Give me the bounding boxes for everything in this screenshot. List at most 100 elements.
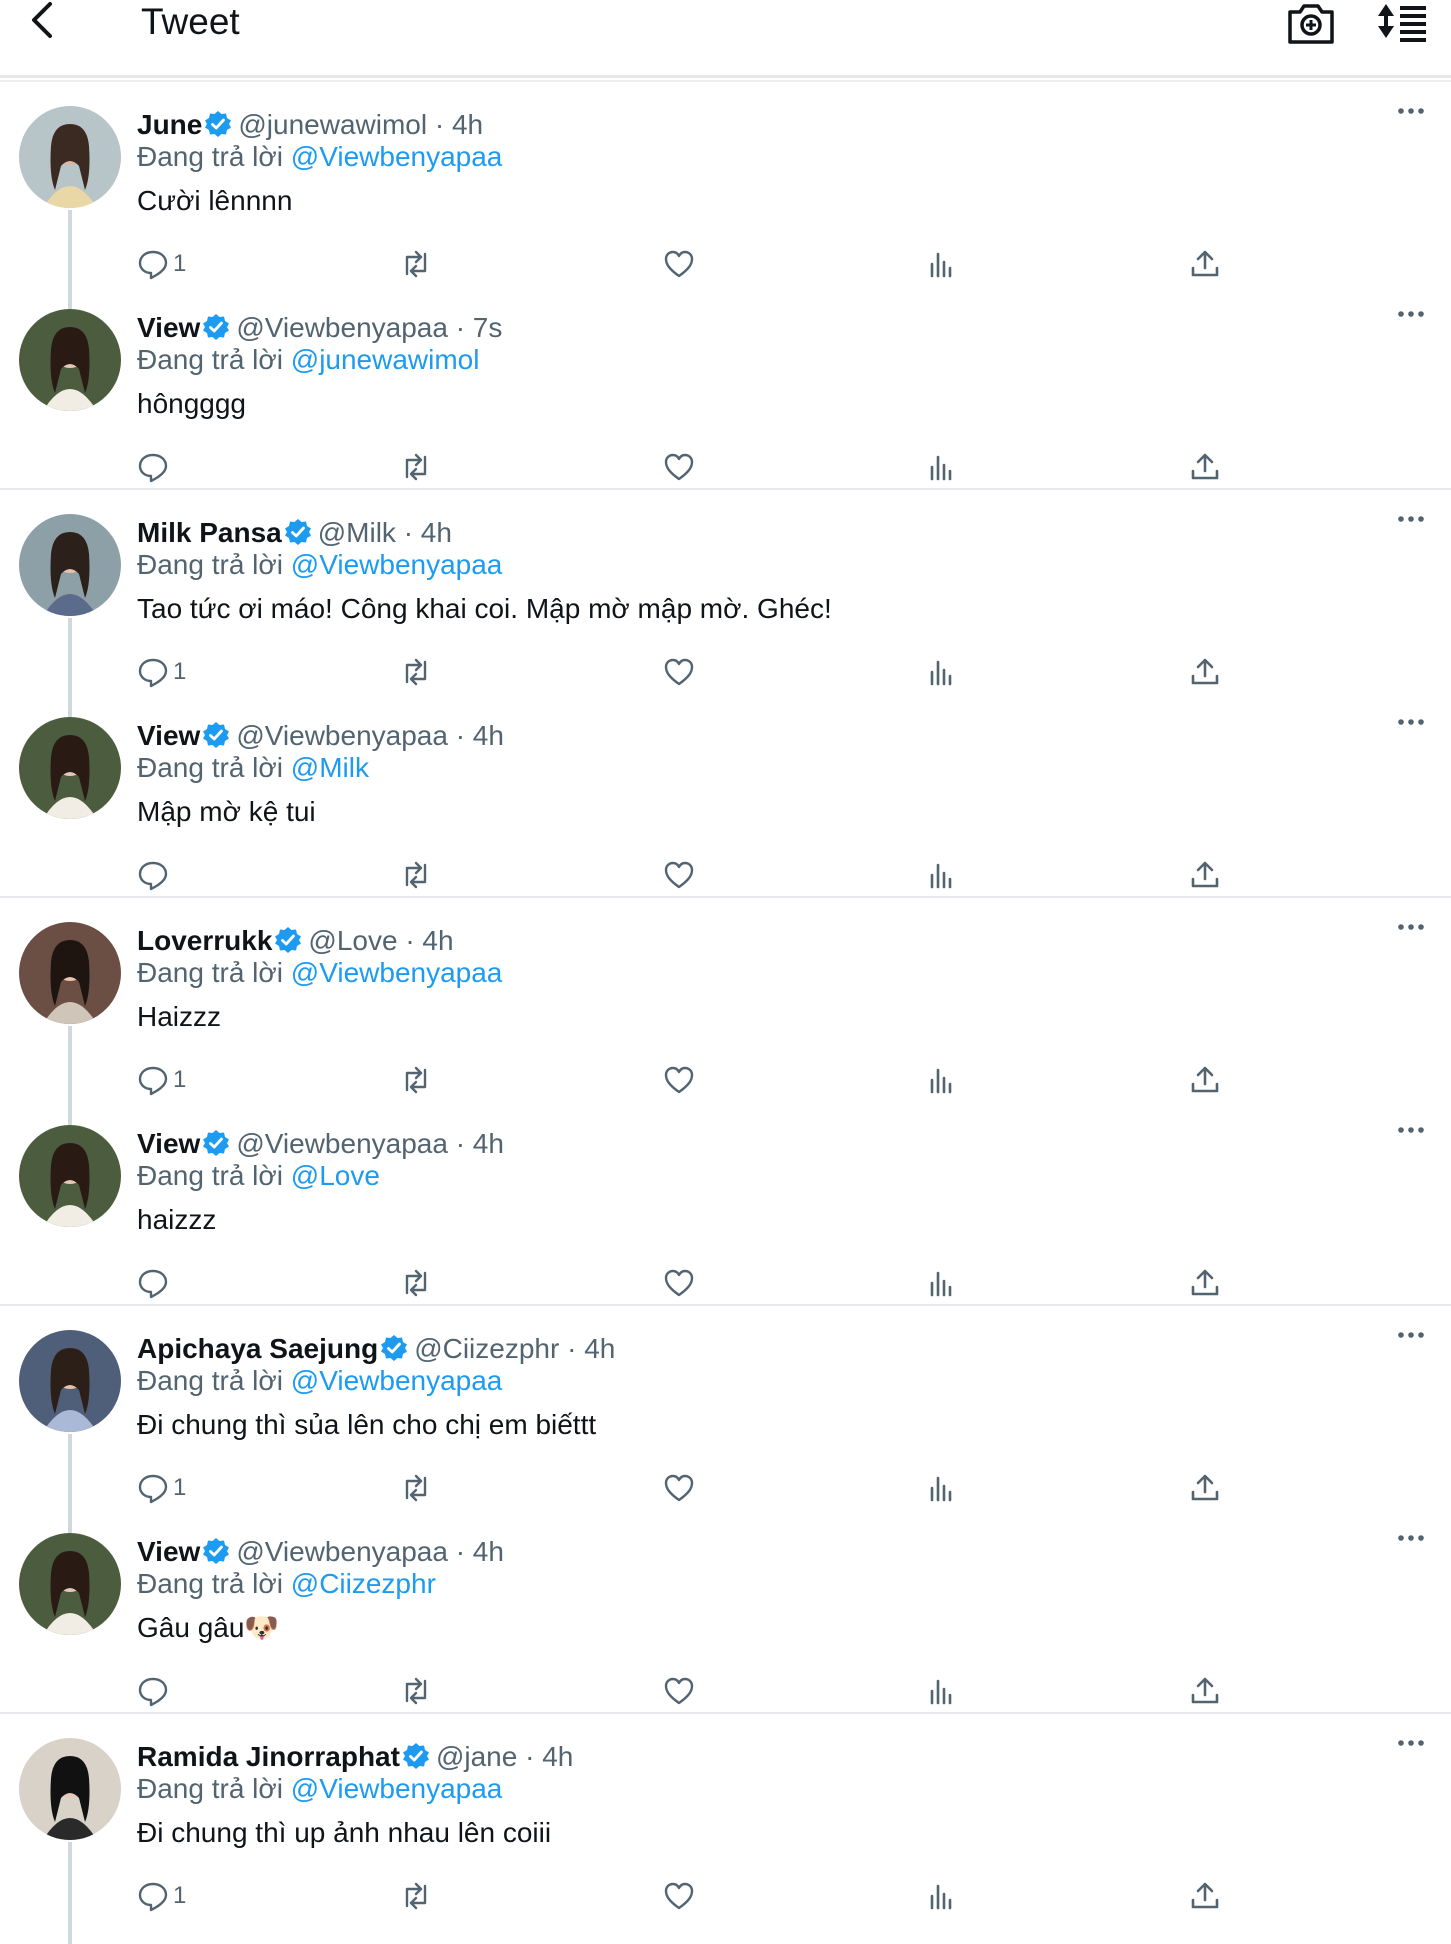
analytics-button[interactable]: [926, 857, 958, 893]
mention-link[interactable]: @Ciizezphr: [291, 1568, 436, 1599]
avatar[interactable]: [19, 922, 121, 1024]
back-button[interactable]: [30, 0, 86, 48]
display-name[interactable]: View: [137, 312, 200, 343]
share-button[interactable]: [1189, 857, 1221, 893]
display-name[interactable]: View: [137, 1128, 200, 1159]
tweet[interactable]: Milk Pansa @Milk · 4h Đang trả lời @Viewb…: [0, 490, 1451, 720]
share-button[interactable]: [1189, 246, 1221, 282]
tweet[interactable]: View @Viewbenyapaa · 4h Đang trả lời @Lov…: [0, 1101, 1451, 1304]
analytics-button[interactable]: [926, 1470, 958, 1506]
mention-link[interactable]: @Viewbenyapaa: [291, 549, 503, 580]
retweet-button[interactable]: [400, 857, 432, 893]
analytics-button[interactable]: [926, 1265, 958, 1301]
analytics-button[interactable]: [926, 246, 958, 282]
retweet-button[interactable]: [400, 1673, 432, 1709]
avatar[interactable]: [19, 1738, 121, 1840]
share-button[interactable]: [1189, 654, 1221, 690]
like-button[interactable]: [663, 1673, 695, 1709]
reply-button[interactable]: [137, 1265, 173, 1301]
tweet[interactable]: June @junewawimol · 4h Đang trả lời @View…: [0, 82, 1451, 312]
tweet[interactable]: View @Viewbenyapaa · 4h Đang trả lời @Cii…: [0, 1509, 1451, 1712]
more-options-icon[interactable]: [1396, 512, 1426, 526]
tweet[interactable]: View @Viewbenyapaa · 4h Đang trả lời @Mil…: [0, 693, 1451, 896]
analytics-button[interactable]: [926, 1673, 958, 1709]
reply-button[interactable]: 1: [137, 654, 186, 690]
retweet-button[interactable]: [400, 1878, 432, 1914]
share-button[interactable]: [1189, 449, 1221, 485]
more-options-icon[interactable]: [1396, 1123, 1426, 1137]
analytics-button[interactable]: [926, 654, 958, 690]
display-name[interactable]: View: [137, 1536, 200, 1567]
mention-link[interactable]: @Viewbenyapaa: [291, 141, 503, 172]
more-options-icon[interactable]: [1396, 1531, 1426, 1545]
display-name[interactable]: View: [137, 720, 200, 751]
analytics-button[interactable]: [926, 449, 958, 485]
analytics-button[interactable]: [926, 1878, 958, 1914]
reply-button[interactable]: [137, 449, 173, 485]
retweet-button[interactable]: [400, 1265, 432, 1301]
like-button[interactable]: [663, 1470, 695, 1506]
like-button[interactable]: [663, 449, 695, 485]
more-options-icon[interactable]: [1396, 920, 1426, 934]
more-options-icon[interactable]: [1396, 1736, 1426, 1750]
share-button[interactable]: [1189, 1265, 1221, 1301]
retweet-button[interactable]: [400, 246, 432, 282]
reply-button[interactable]: 1: [137, 1470, 186, 1506]
like-button[interactable]: [663, 1265, 695, 1301]
share-button[interactable]: [1189, 1673, 1221, 1709]
handle-and-time[interactable]: @jane · 4h: [436, 1741, 573, 1772]
analytics-button[interactable]: [926, 1062, 958, 1098]
like-button[interactable]: [663, 1062, 695, 1098]
reply-button[interactable]: 1: [137, 1062, 186, 1098]
reply-button[interactable]: [137, 1673, 173, 1709]
avatar[interactable]: [19, 717, 121, 819]
reply-button[interactable]: 1: [137, 1878, 186, 1914]
more-options-icon[interactable]: [1396, 1328, 1426, 1342]
handle-and-time[interactable]: @junewawimol · 4h: [238, 109, 483, 140]
handle-and-time[interactable]: @Viewbenyapaa · 7s: [236, 312, 502, 343]
tweet[interactable]: Ramida Jinorraphat @jane · 4h Đang trả lờ…: [0, 1714, 1451, 1944]
retweet-button[interactable]: [400, 1470, 432, 1506]
avatar[interactable]: [19, 514, 121, 616]
retweet-button[interactable]: [400, 449, 432, 485]
mention-link[interactable]: @junewawimol: [291, 344, 480, 375]
handle-and-time[interactable]: @Milk · 4h: [318, 517, 452, 548]
mention-link[interactable]: @Viewbenyapaa: [291, 1365, 503, 1396]
more-options-icon[interactable]: [1396, 104, 1426, 118]
reply-button[interactable]: [137, 857, 173, 893]
tweet[interactable]: Loverrukk @Love · 4h Đang trả lời @Viewbe…: [0, 898, 1451, 1128]
handle-and-time[interactable]: @Viewbenyapaa · 4h: [236, 1536, 504, 1567]
reply-button[interactable]: 1: [137, 246, 186, 282]
avatar[interactable]: [19, 1125, 121, 1227]
avatar[interactable]: [19, 1533, 121, 1635]
retweet-button[interactable]: [400, 654, 432, 690]
handle-and-time[interactable]: @Viewbenyapaa · 4h: [236, 1128, 504, 1159]
mention-link[interactable]: @Viewbenyapaa: [291, 1773, 503, 1804]
mention-link[interactable]: @Love: [291, 1160, 380, 1191]
handle-and-time[interactable]: @Viewbenyapaa · 4h: [236, 720, 504, 751]
display-name[interactable]: Ramida Jinorraphat: [137, 1741, 400, 1772]
avatar[interactable]: [19, 1330, 121, 1432]
display-name[interactable]: Apichaya Saejung: [137, 1333, 378, 1364]
share-button[interactable]: [1189, 1062, 1221, 1098]
mention-link[interactable]: @Viewbenyapaa: [291, 957, 503, 988]
handle-and-time[interactable]: @Ciizezphr · 4h: [414, 1333, 615, 1364]
like-button[interactable]: [663, 246, 695, 282]
share-button[interactable]: [1189, 1470, 1221, 1506]
tweet[interactable]: Apichaya Saejung @Ciizezphr · 4h Đang trả…: [0, 1306, 1451, 1536]
like-button[interactable]: [663, 857, 695, 893]
display-name[interactable]: June: [137, 109, 202, 140]
camera-button[interactable]: [1286, 0, 1336, 46]
like-button[interactable]: [663, 1878, 695, 1914]
retweet-button[interactable]: [400, 1062, 432, 1098]
avatar[interactable]: [19, 309, 121, 411]
mention-link[interactable]: @Milk: [291, 752, 369, 783]
share-button[interactable]: [1189, 1878, 1221, 1914]
tweet[interactable]: View @Viewbenyapaa · 7s Đang trả lời @jun…: [0, 285, 1451, 488]
display-name[interactable]: Milk Pansa: [137, 517, 282, 548]
like-button[interactable]: [663, 654, 695, 690]
avatar[interactable]: [19, 106, 121, 208]
more-options-icon[interactable]: [1396, 307, 1426, 321]
more-options-icon[interactable]: [1396, 715, 1426, 729]
sort-button[interactable]: [1376, 0, 1428, 44]
